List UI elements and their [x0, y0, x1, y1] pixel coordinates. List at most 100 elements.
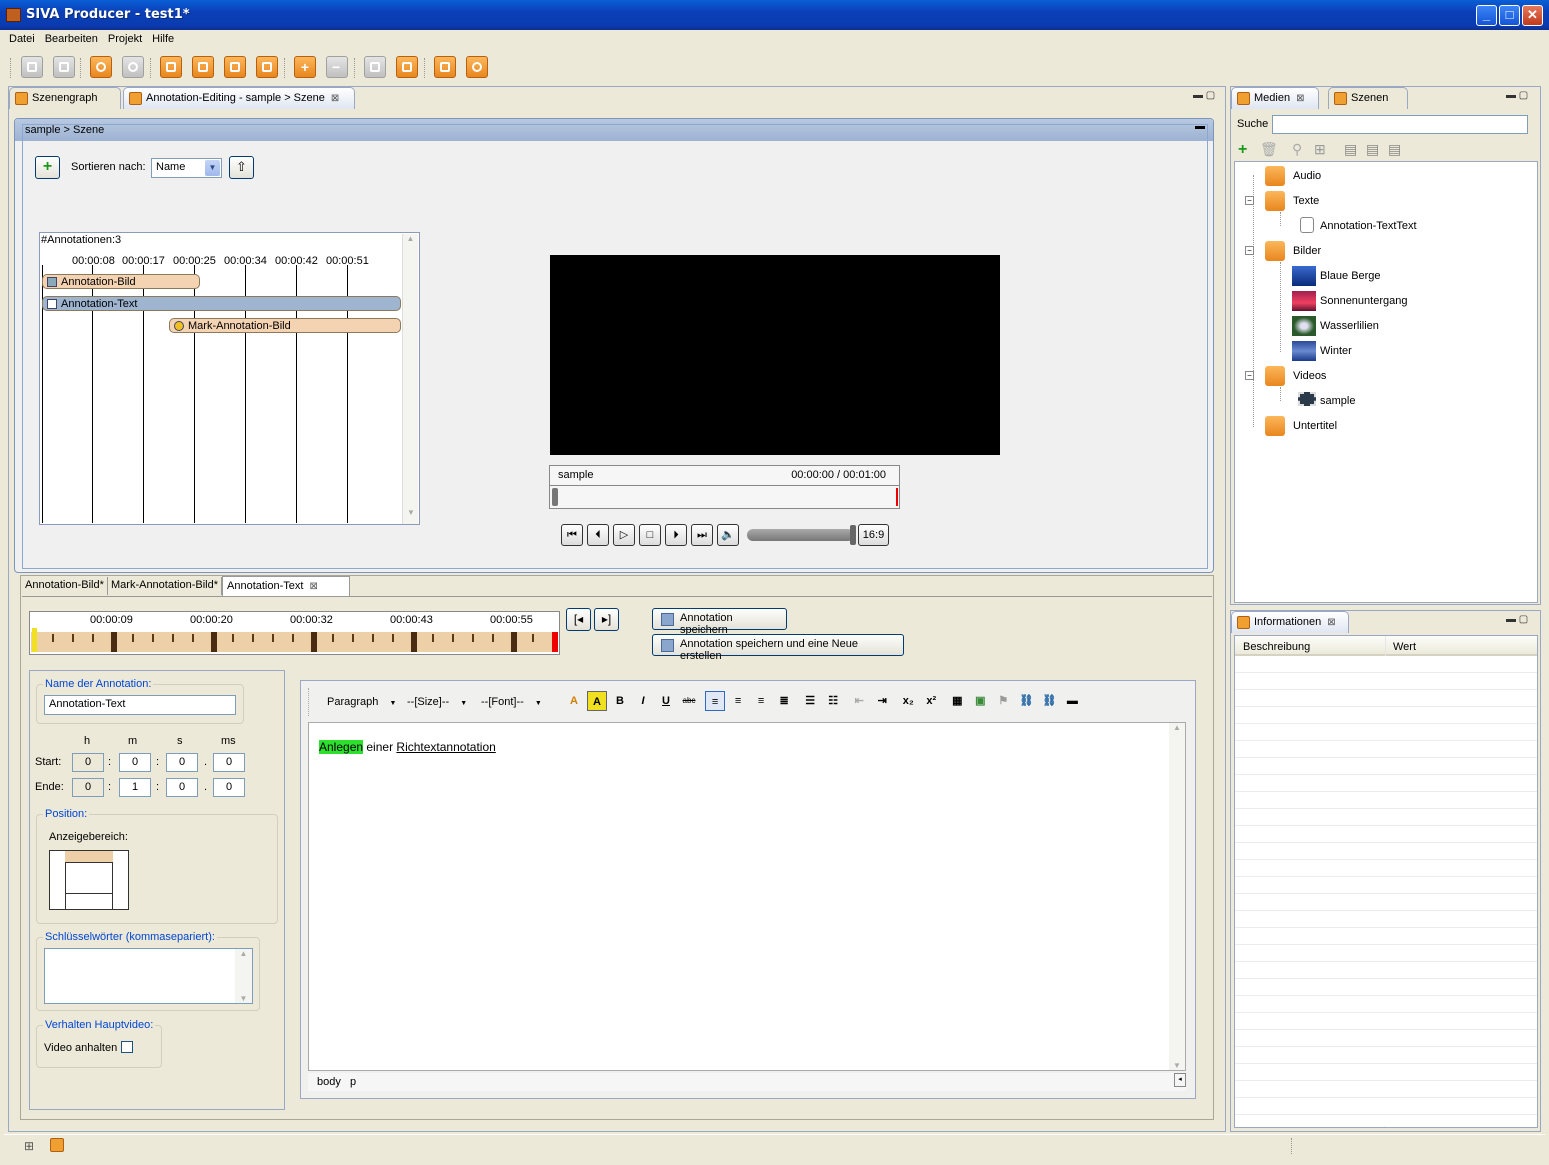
col-beschreibung[interactable]: Beschreibung	[1243, 641, 1310, 653]
video-preview[interactable]	[550, 255, 1000, 455]
align-center-icon[interactable]: ≡	[728, 691, 748, 711]
italic-icon[interactable]: I	[633, 691, 653, 711]
menu-datei[interactable]: Datei	[4, 30, 40, 45]
collapse-icon[interactable]: ▬	[1195, 121, 1205, 132]
clip2-icon[interactable]: ▤	[1366, 141, 1379, 158]
skip-start-icon[interactable]: ⏮	[561, 524, 583, 546]
rte-scrollbar[interactable]: ▲ ▼	[1169, 723, 1185, 1070]
keywords-scrollbar[interactable]: ▲ ▼	[235, 949, 252, 1003]
paragraph-select[interactable]: Paragraph ▼	[327, 696, 396, 708]
pause-video-checkbox[interactable]	[121, 1041, 133, 1053]
timeline-scrollbar[interactable]: ▲ ▼	[402, 234, 418, 524]
sort-select[interactable]: Name ▼	[151, 158, 222, 178]
subscript-icon[interactable]: x₂	[898, 691, 918, 711]
end-hours-input[interactable]: 0	[72, 778, 104, 797]
highlight-icon[interactable]: A	[587, 691, 607, 711]
end-minutes-input[interactable]: 1	[119, 778, 151, 797]
zoom-media-icon[interactable]: ⚲	[1292, 141, 1302, 158]
path-body[interactable]: body	[317, 1076, 341, 1088]
timeline-row-mark-annotation-bild[interactable]: Mark-Annotation-Bild	[169, 318, 401, 333]
tab-szenengraph[interactable]: Szenengraph	[9, 87, 121, 109]
bullet-list-icon[interactable]: ☰	[800, 691, 820, 711]
timeline-row-annotation-bild[interactable]: Annotation-Bild	[42, 274, 200, 289]
close-tab-icon[interactable]: ⊠	[309, 581, 317, 592]
size-select[interactable]: --[Size]-- ▼	[407, 696, 467, 708]
tab-szenen[interactable]: Szenen	[1328, 87, 1408, 109]
menu-projekt[interactable]: Projekt	[103, 30, 147, 45]
close-tab-icon[interactable]: ⊠	[331, 93, 339, 104]
start-ms-input[interactable]: 0	[213, 753, 245, 772]
close-button[interactable]: ✕	[1522, 5, 1543, 26]
tree-item-untertitel[interactable]: Untertitel	[1293, 416, 1337, 436]
fast-view-icon[interactable]: ⊞	[24, 1139, 34, 1153]
start-marker[interactable]	[32, 628, 37, 652]
minimize-button[interactable]: _	[1476, 5, 1497, 26]
timeline-row-annotation-text[interactable]: Annotation-Text	[42, 296, 401, 311]
underline-icon[interactable]: U	[656, 691, 676, 711]
volume-slider[interactable]	[747, 525, 856, 545]
justify-icon[interactable]: ≣	[774, 691, 794, 711]
menu-bearbeiten[interactable]: Bearbeiten	[40, 30, 103, 45]
anchor-icon[interactable]: ⚑	[993, 691, 1013, 711]
tab-mark-annotation-bild[interactable]: Mark-Annotation-Bild*	[108, 577, 222, 595]
start-minutes-input[interactable]: 0	[119, 753, 151, 772]
end-marker[interactable]	[552, 632, 558, 652]
outdent-icon[interactable]: ⇤	[849, 691, 869, 711]
set-end-button[interactable]: ▸]	[594, 608, 619, 631]
table-icon[interactable]: ▦	[947, 691, 967, 711]
properties-media-icon[interactable]: ⊞	[1314, 141, 1326, 158]
save-annotation-button[interactable]: Annotation speichern	[652, 608, 787, 636]
tab-annotation-bild[interactable]: Annotation-Bild*	[22, 577, 108, 595]
tab-medien[interactable]: Medien ⊠	[1231, 87, 1319, 109]
new-project-icon[interactable]	[21, 56, 43, 78]
close-tab-icon[interactable]: ⊠	[1327, 617, 1335, 628]
minimize-view-icon[interactable]: ▬ ▢	[1506, 614, 1528, 625]
text-color-icon[interactable]: A	[564, 691, 584, 711]
close-tab-icon[interactable]: ⊠	[1296, 93, 1304, 104]
strikethrough-icon[interactable]: abc	[679, 691, 699, 711]
list-icon[interactable]	[396, 56, 418, 78]
numbered-list-icon[interactable]: ☷	[823, 691, 843, 711]
undo-icon[interactable]	[90, 56, 112, 78]
tree-icon[interactable]	[364, 56, 386, 78]
collapse-texte-icon[interactable]: −	[1245, 196, 1254, 205]
annotation-name-input[interactable]: Annotation-Text	[44, 695, 236, 715]
step-back-icon[interactable]: ⏴	[587, 524, 609, 546]
clip3-icon[interactable]: ▤	[1388, 141, 1401, 158]
keywords-input[interactable]	[44, 948, 253, 1004]
delete-media-icon[interactable]: 🗑	[1260, 141, 1278, 158]
redo-icon[interactable]	[122, 56, 144, 78]
end-ms-input[interactable]: 0	[213, 778, 245, 797]
tree-item-sonnenuntergang[interactable]: Sonnenuntergang	[1320, 291, 1407, 311]
minimize-view-icon[interactable]: ▬ ▢	[1193, 90, 1215, 101]
tab-informationen[interactable]: Informationen ⊠	[1231, 611, 1349, 633]
align-left-icon[interactable]: ≡	[705, 691, 726, 711]
minimize-view-icon[interactable]: ▬ ▢	[1506, 90, 1528, 101]
open-project-icon[interactable]	[53, 56, 75, 78]
end-seconds-input[interactable]: 0	[166, 778, 198, 797]
path-p[interactable]: p	[350, 1076, 356, 1088]
tree-item-winter[interactable]: Winter	[1320, 341, 1352, 361]
stop-icon[interactable]: □	[639, 524, 661, 546]
tree-item-wasserlilien[interactable]: Wasserlilien	[1320, 316, 1379, 336]
play-icon[interactable]: ▷	[613, 524, 635, 546]
add-icon[interactable]: +	[294, 56, 316, 78]
sort-direction-button[interactable]: ⇧	[229, 156, 254, 179]
skip-end-icon[interactable]: ⏭	[691, 524, 713, 546]
align-right-icon[interactable]: ≡	[751, 691, 771, 711]
aspect-ratio-button[interactable]: 16:9	[858, 524, 889, 546]
add-media-icon[interactable]: +	[1238, 141, 1247, 159]
progress-handle[interactable]	[552, 488, 558, 506]
publish-icon[interactable]	[256, 56, 278, 78]
export-icon[interactable]	[224, 56, 246, 78]
save-and-new-button[interactable]: Annotation speichern und eine Neue erste…	[652, 634, 904, 662]
link-text[interactable]: Richtextannotation	[396, 740, 495, 754]
tab-annotation-editing[interactable]: Annotation-Editing - sample > Szene ⊠	[123, 87, 355, 109]
remove-icon[interactable]: −	[326, 56, 348, 78]
screen-icon[interactable]	[434, 56, 456, 78]
superscript-icon[interactable]: x²	[921, 691, 941, 711]
font-select[interactable]: --[Font]-- ▼	[481, 696, 542, 708]
tab-annotation-text[interactable]: Annotation-Text ⊠	[222, 576, 350, 596]
image-insert-icon[interactable]: ▣	[970, 691, 990, 711]
link-icon[interactable]: ⛓	[1016, 691, 1036, 711]
